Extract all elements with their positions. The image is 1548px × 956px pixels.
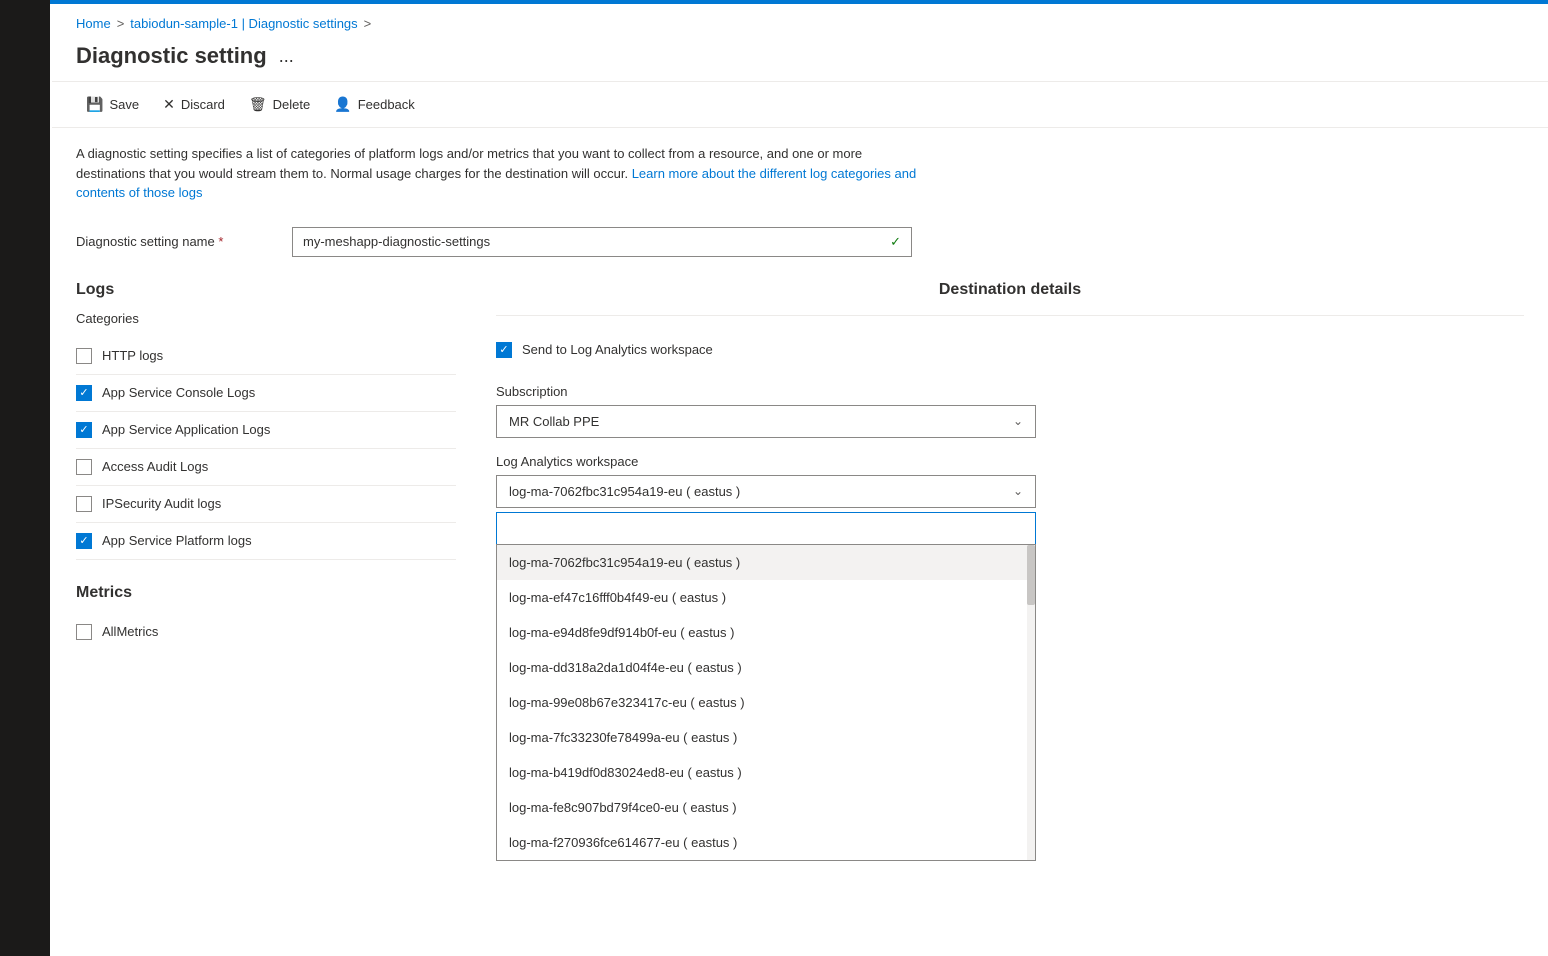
logs-section: Logs Categories HTTP logs App Service Co… <box>76 281 456 861</box>
feedback-button[interactable]: 👤 Feedback <box>324 90 425 119</box>
checkbox-app-logs[interactable] <box>76 422 92 438</box>
breadcrumb-home[interactable]: Home <box>76 16 111 31</box>
page-title: Diagnostic setting <box>76 43 267 69</box>
log-label-ipsecurity: IPSecurity Audit logs <box>102 496 221 511</box>
required-marker: * <box>218 234 223 249</box>
discard-icon: ✕ <box>163 96 175 113</box>
checkbox-ipsecurity[interactable] <box>76 496 92 512</box>
checkbox-http-logs[interactable] <box>76 348 92 364</box>
breadcrumb-sep2: > <box>364 16 372 31</box>
subscription-chevron-icon: ⌄ <box>1013 414 1023 428</box>
checkbox-platform-logs[interactable] <box>76 533 92 549</box>
save-icon: 💾 <box>86 96 103 113</box>
dropdown-item-ws2[interactable]: log-ma-ef47c16fff0b4f49-eu ( eastus ) <box>497 580 1035 615</box>
page-more-button[interactable]: ... <box>279 46 294 67</box>
metrics-section: Metrics AllMetrics <box>76 584 456 650</box>
log-label-platform: App Service Platform logs <box>102 533 252 548</box>
logs-title: Logs <box>76 281 456 299</box>
workspace-dropdown: log-ma-7062fbc31c954a19-eu ( eastus ) lo… <box>496 544 1036 861</box>
log-item-access: Access Audit Logs <box>76 449 456 486</box>
checkbox-access-audit[interactable] <box>76 459 92 475</box>
description: A diagnostic setting specifies a list of… <box>52 128 952 219</box>
sidebar <box>0 0 50 956</box>
toolbar: 💾 Save ✕ Discard 🗑 Delete 👤 Feedback <box>52 81 1548 128</box>
save-button[interactable]: 💾 Save <box>76 90 149 119</box>
scrollbar-thumb[interactable] <box>1027 545 1035 605</box>
subscription-group: Subscription MR Collab PPE ⌄ <box>496 384 1524 438</box>
workspace-chevron-icon: ⌄ <box>1013 484 1023 498</box>
workspace-group: Log Analytics workspace log-ma-7062fbc31… <box>496 454 1524 861</box>
checkbox-console-logs[interactable] <box>76 385 92 401</box>
log-label-allmetrics: AllMetrics <box>102 624 158 639</box>
metrics-title: Metrics <box>76 584 456 602</box>
setting-name-label: Diagnostic setting name * <box>76 234 276 249</box>
log-label-console: App Service Console Logs <box>102 385 255 400</box>
log-label-app: App Service Application Logs <box>102 422 270 437</box>
delete-icon: 🗑 <box>249 96 267 113</box>
dropdown-item-ws1[interactable]: log-ma-7062fbc31c954a19-eu ( eastus ) <box>497 545 1035 580</box>
breadcrumb-sep1: > <box>117 16 125 31</box>
dropdown-item-ws8[interactable]: log-ma-fe8c907bd79f4ce0-eu ( eastus ) <box>497 790 1035 825</box>
discard-button[interactable]: ✕ Discard <box>153 90 235 119</box>
discard-label: Discard <box>181 97 225 112</box>
categories-label: Categories <box>76 311 456 326</box>
save-label: Save <box>109 97 139 112</box>
log-item-console: App Service Console Logs <box>76 375 456 412</box>
dropdown-item-ws9[interactable]: log-ma-f270936fce614677-eu ( eastus ) <box>497 825 1035 860</box>
log-item-platform: App Service Platform logs <box>76 523 456 560</box>
scrollbar-track <box>1027 545 1035 860</box>
dropdown-item-ws5[interactable]: log-ma-99e08b67e323417c-eu ( eastus ) <box>497 685 1035 720</box>
log-label-access: Access Audit Logs <box>102 459 208 474</box>
workspace-search-input[interactable] <box>496 512 1036 544</box>
setting-name-value: my-meshapp-diagnostic-settings <box>303 234 490 249</box>
page-header: Diagnostic setting ... <box>52 39 1548 81</box>
checkbox-log-analytics[interactable] <box>496 342 512 358</box>
workspace-value: log-ma-7062fbc31c954a19-eu ( eastus ) <box>509 484 740 499</box>
subscription-value: MR Collab PPE <box>509 414 599 429</box>
log-analytics-label: Send to Log Analytics workspace <box>522 342 713 357</box>
dropdown-item-ws7[interactable]: log-ma-b419df0d83024ed8-eu ( eastus ) <box>497 755 1035 790</box>
setting-name-row: Diagnostic setting name * my-meshapp-dia… <box>52 219 1548 265</box>
content-area: Logs Categories HTTP logs App Service Co… <box>52 265 1548 877</box>
log-item-http: HTTP logs <box>76 338 456 375</box>
breadcrumb-resource[interactable]: tabiodun-sample-1 | Diagnostic settings <box>130 16 357 31</box>
delete-button[interactable]: 🗑 Delete <box>239 90 320 119</box>
breadcrumb: Home > tabiodun-sample-1 | Diagnostic se… <box>52 4 1548 39</box>
log-item-ipsecurity: IPSecurity Audit logs <box>76 486 456 523</box>
dest-divider <box>496 315 1524 316</box>
dropdown-item-ws6[interactable]: log-ma-7fc33230fe78499a-eu ( eastus ) <box>497 720 1035 755</box>
workspace-search-container <box>496 512 1036 544</box>
workspace-select[interactable]: log-ma-7062fbc31c954a19-eu ( eastus ) ⌄ <box>496 475 1036 508</box>
workspace-label: Log Analytics workspace <box>496 454 1524 469</box>
log-analytics-option: Send to Log Analytics workspace <box>496 332 1524 368</box>
destination-section: Destination details Send to Log Analytic… <box>496 281 1524 861</box>
checkbox-allmetrics[interactable] <box>76 624 92 640</box>
dropdown-item-ws3[interactable]: log-ma-e94d8fe9df914b0f-eu ( eastus ) <box>497 615 1035 650</box>
feedback-icon: 👤 <box>334 96 351 113</box>
setting-name-input[interactable]: my-meshapp-diagnostic-settings ✓ <box>292 227 912 257</box>
delete-label: Delete <box>273 97 311 112</box>
check-icon: ✓ <box>890 234 901 250</box>
subscription-select[interactable]: MR Collab PPE ⌄ <box>496 405 1036 438</box>
destination-title: Destination details <box>496 281 1524 299</box>
subscription-label: Subscription <box>496 384 1524 399</box>
feedback-label: Feedback <box>358 97 415 112</box>
log-item-allmetrics: AllMetrics <box>76 614 456 650</box>
log-label-http: HTTP logs <box>102 348 163 363</box>
log-item-app: App Service Application Logs <box>76 412 456 449</box>
dropdown-item-ws4[interactable]: log-ma-dd318a2da1d04f4e-eu ( eastus ) <box>497 650 1035 685</box>
